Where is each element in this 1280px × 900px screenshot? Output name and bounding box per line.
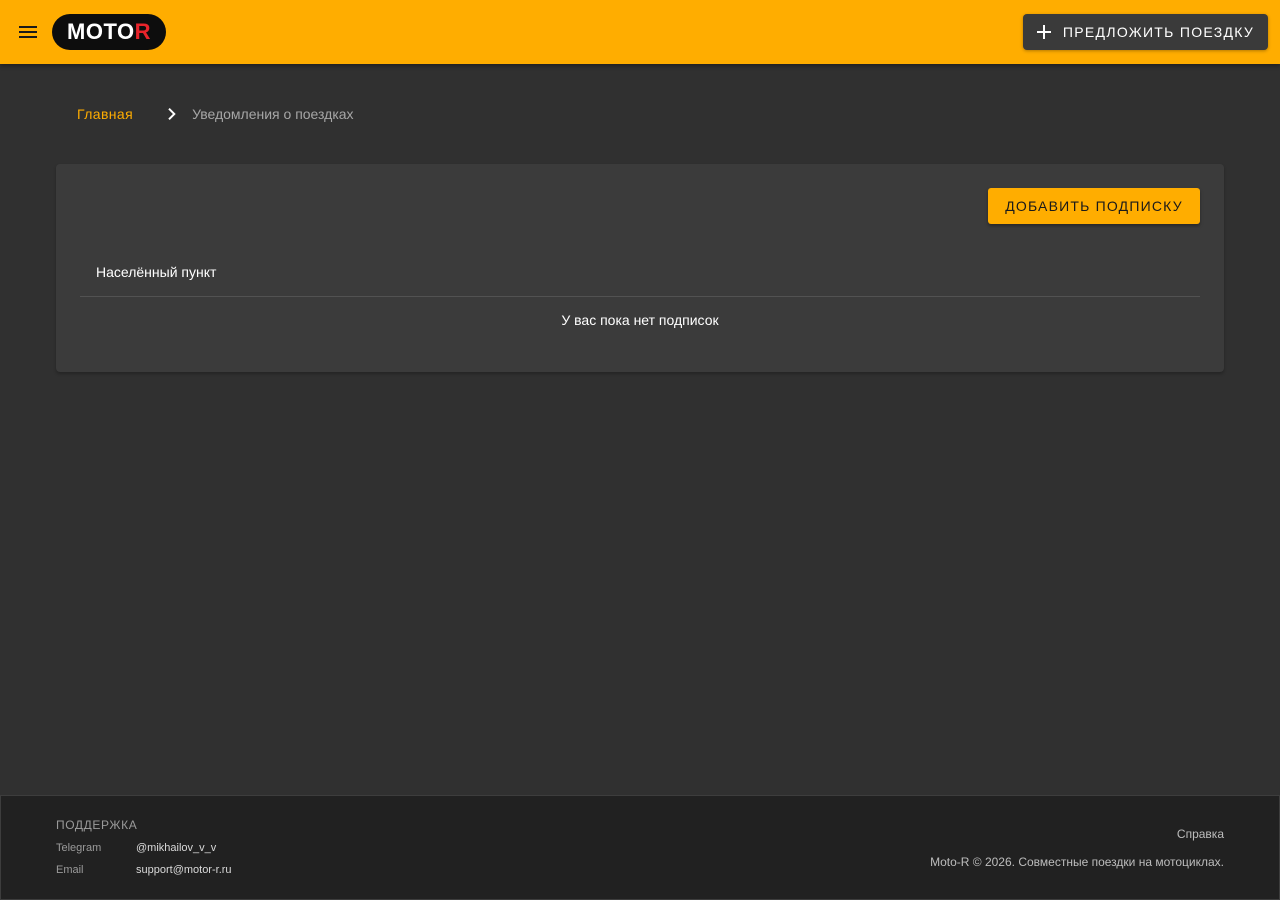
breadcrumb-current: Уведомления о поездках	[192, 106, 354, 122]
add-subscription-button[interactable]: ДОБАВИТЬ ПОДПИСКУ	[988, 188, 1200, 224]
logo-text-accent: R	[134, 19, 151, 44]
contact-label: Telegram	[56, 842, 102, 854]
subscriptions-card: ДОБАВИТЬ ПОДПИСКУ Населённый пункт У вас…	[56, 164, 1224, 372]
column-header-locality: Населённый пункт	[96, 264, 217, 280]
contact-row-telegram: Telegram @mikhailov_v_v	[56, 842, 216, 854]
help-link[interactable]: Справка	[1177, 827, 1224, 841]
footer: ПОДДЕРЖКА Telegram @mikhailov_v_v Email su…	[0, 795, 1280, 900]
support-title: ПОДДЕРЖКА	[56, 818, 138, 832]
email-link[interactable]: support@motor-r.ru	[136, 864, 232, 876]
suggest-trip-button[interactable]: ПРЕДЛОЖИТЬ ПОЕЗДКУ	[1023, 14, 1268, 50]
contact-label: Email	[56, 864, 84, 876]
breadcrumb: Главная Уведомления о поездках	[56, 98, 354, 130]
suggest-trip-label: ПРЕДЛОЖИТЬ ПОЕЗДКУ	[1062, 24, 1255, 40]
logo-text: MOTO	[67, 19, 135, 44]
table-header: Населённый пункт	[80, 248, 1200, 297]
logo[interactable]: MOTO R	[52, 14, 166, 50]
contact-row-email: Email support@motor-r.ru	[56, 864, 232, 876]
copyright: Moto-R © 2026. Совместные поездки на мот…	[930, 855, 1224, 869]
breadcrumb-home-link[interactable]: Главная	[56, 106, 154, 122]
chevron-right-icon	[159, 102, 183, 126]
plus-icon	[1036, 25, 1051, 39]
menu-icon	[19, 26, 37, 38]
app-bar: MOTO R ПРЕДЛОЖИТЬ ПОЕЗДКУ	[0, 0, 1280, 64]
empty-message: У вас пока нет подписок	[561, 312, 719, 328]
menu-button[interactable]	[8, 12, 48, 52]
telegram-link[interactable]: @mikhailov_v_v	[136, 842, 216, 854]
